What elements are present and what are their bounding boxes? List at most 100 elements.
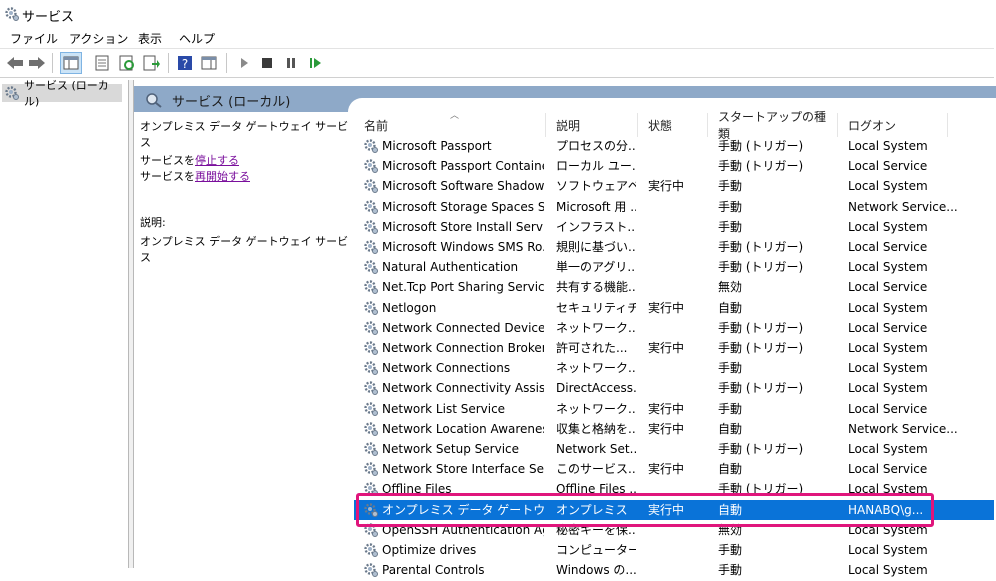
service-name: Network List Service [382, 401, 506, 416]
magnifier-gear-icon [145, 92, 163, 111]
table-row[interactable]: Microsoft Windows SMS Ro... 規則に基づい... 手動 (… [354, 237, 994, 257]
service-logon: Local Service [848, 320, 928, 335]
start-service-icon[interactable] [233, 52, 255, 74]
service-logon: Local System [848, 563, 928, 578]
svg-text:?: ? [182, 57, 188, 71]
service-status [648, 158, 708, 174]
service-name: Microsoft Software Shadow... [382, 179, 544, 194]
properties-icon[interactable] [91, 52, 113, 74]
forward-icon[interactable] [26, 52, 48, 74]
export-list-icon[interactable] [141, 52, 163, 74]
pause-service-icon[interactable] [280, 52, 302, 74]
column-header-description[interactable]: 説明 [546, 113, 638, 137]
table-row[interactable]: Net.Tcp Port Sharing Service 共有する機能... 無効 L… [354, 277, 994, 297]
table-row[interactable]: Natural Authentication 単一のアグリ... 手動 (トリガー)… [354, 257, 994, 277]
title-bar: サービス [0, 0, 996, 28]
service-startup-type: 自動 [718, 421, 743, 436]
service-startup-type: 手動 (トリガー) [718, 341, 804, 355]
service-description: セキュリティチ... [556, 300, 636, 315]
service-description: このサービス... [556, 462, 636, 477]
table-row[interactable]: Network Connection Broker 許可された... 実行中 手動 (… [354, 338, 994, 358]
table-row[interactable]: Microsoft Software Shadow... ソフトウェアベ... 実行… [354, 176, 994, 196]
extended-description-pane: オンプレミス データ ゲートウェイ サービス サービスを停止する サービスを再開… [134, 114, 350, 564]
service-startup-type: 手動 [718, 361, 743, 376]
service-logon: Local Service [848, 280, 928, 295]
service-gear-icon [363, 259, 379, 278]
service-gear-icon [363, 562, 379, 581]
back-icon[interactable] [4, 52, 26, 74]
table-row[interactable]: Network Location Awareness 収集と格納を... 実行中 自動… [354, 419, 994, 439]
table-row[interactable]: Microsoft Storage Spaces SMP Microsoft 用 … [354, 197, 994, 217]
column-header-logon[interactable]: ログオン [838, 113, 948, 137]
restart-service-line: サービスを再開始する [140, 168, 250, 184]
table-row[interactable]: Parental Controls Windows の... 手動 Local Sys… [354, 560, 994, 580]
service-name: Network Location Awareness [382, 421, 544, 436]
resume-service-icon[interactable] [305, 52, 327, 74]
table-row[interactable]: Microsoft Store Install Service インフラスト...… [354, 217, 994, 237]
toolbar-separator [168, 53, 169, 73]
restart-prefix: サービスを [140, 170, 195, 183]
menu-view[interactable]: 表示 [138, 30, 162, 47]
column-header-status[interactable]: 状態 [638, 113, 708, 137]
service-description: ソフトウェアベ... [556, 179, 636, 194]
service-logon: Local System [848, 139, 928, 153]
service-name: Network Connectivity Assist... [382, 381, 544, 396]
toolbar: ? [0, 48, 994, 78]
help-icon[interactable]: ? [174, 52, 196, 74]
table-row[interactable]: Network Connectivity Assist... DirectAcce… [354, 378, 994, 398]
table-row[interactable]: Microsoft Passport プロセスの分... 手動 (トリガー) Loca… [354, 136, 994, 156]
table-row[interactable]: Network Connections ネットワーク... 手動 Local Syst… [354, 358, 994, 378]
service-description: Windows の... [556, 563, 636, 578]
service-status [648, 199, 708, 215]
service-name: Microsoft Storage Spaces SMP [382, 199, 544, 214]
service-name: Network Connected Devices... [382, 320, 544, 335]
show-hide-console-tree-icon[interactable] [60, 52, 82, 74]
column-headers: 名前 説明 状態 スタートアップの種類 ログオン [354, 110, 996, 141]
services-gear-icon [4, 85, 20, 101]
service-logon: Local Service [848, 401, 928, 416]
service-name: Network Connections [382, 361, 511, 376]
show-action-pane-icon[interactable] [198, 52, 220, 74]
service-gear-icon [363, 542, 379, 561]
menu-help[interactable]: ヘルプ [179, 30, 215, 47]
table-row[interactable]: Netlogon セキュリティチ... 実行中 自動 Local System [354, 298, 994, 318]
column-header-name[interactable]: 名前 [354, 113, 546, 137]
service-logon: Network Service... [848, 421, 958, 436]
service-startup-type: 手動 (トリガー) [718, 139, 804, 153]
service-startup-type: 無効 [718, 280, 743, 295]
description-text: オンプレミス データ ゲートウェイ サービス [140, 235, 349, 264]
service-startup-type: 自動 [718, 300, 743, 315]
stop-service-icon[interactable] [256, 52, 278, 74]
table-row[interactable]: Network Connected Devices... ネットワーク... 手動 … [354, 318, 994, 338]
stop-service-link[interactable]: 停止する [195, 154, 239, 167]
service-gear-icon [363, 158, 379, 177]
service-status: 実行中 [648, 300, 685, 315]
service-logon: Local Service [848, 240, 928, 254]
service-startup-type: 手動 [718, 199, 743, 214]
menu-action[interactable]: アクション [69, 30, 128, 47]
table-row[interactable]: Microsoft Passport Container ローカル ユー... 手動… [354, 156, 994, 176]
service-status [648, 380, 708, 396]
service-status [648, 441, 708, 457]
table-row[interactable]: Network Setup Service Network Set... 手動 (ト… [354, 439, 994, 459]
tree-item-services-local[interactable]: サービス (ローカル) [2, 79, 122, 108]
service-logon: Local System [848, 219, 928, 234]
service-logon: Local System [848, 179, 928, 194]
table-row[interactable]: Network List Service ネットワーク... 実行中 手動 Local … [354, 399, 994, 419]
column-header-startup-type[interactable]: スタートアップの種類 [708, 110, 838, 141]
restart-service-link[interactable]: 再開始する [195, 170, 250, 183]
service-name: Network Setup Service [382, 442, 520, 456]
description-label: 説明: [140, 216, 166, 229]
service-description: DirectAccess... [556, 381, 636, 396]
refresh-icon[interactable] [116, 52, 138, 74]
service-name: Network Store Interface Serv... [382, 462, 544, 477]
service-startup-type: 手動 (トリガー) [718, 159, 804, 174]
service-startup-type: 手動 [718, 179, 743, 194]
service-status [648, 138, 708, 154]
menu-file[interactable]: ファイル [10, 30, 58, 47]
service-gear-icon [363, 199, 379, 218]
content-header-title: サービス (ローカル) [172, 95, 291, 110]
service-gear-icon [363, 239, 379, 258]
table-row[interactable]: Network Store Interface Serv... このサービス...… [354, 459, 994, 479]
table-row[interactable]: Optimize drives コンピューター... 手動 Local System [354, 540, 994, 560]
